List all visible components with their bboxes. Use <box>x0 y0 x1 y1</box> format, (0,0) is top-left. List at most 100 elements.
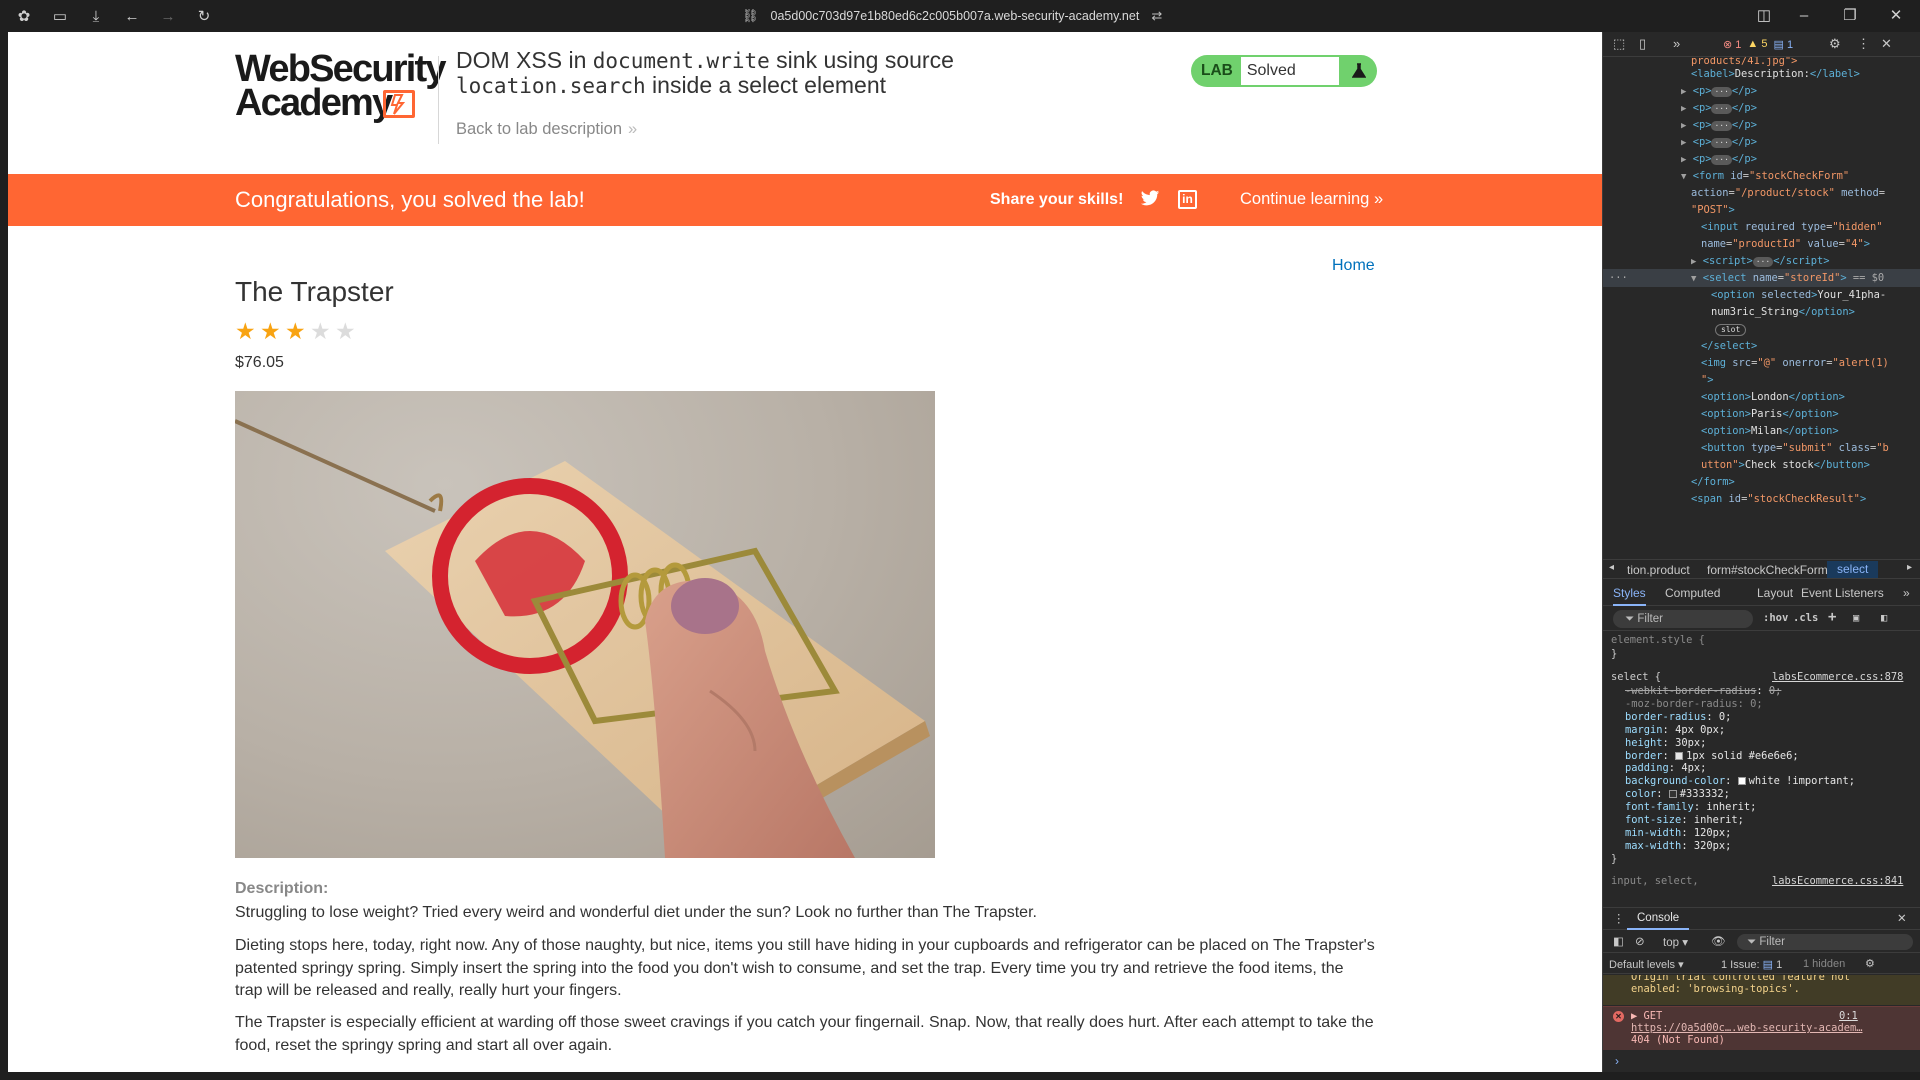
dom-line-option-selected[interactable]: <option selected>Your_41pha- <box>1711 287 1886 304</box>
home-link[interactable]: Home <box>1332 257 1375 275</box>
hov-toggle[interactable]: :hov <box>1763 612 1788 624</box>
dom-line-select[interactable]: ▼ <select name="storeId"> == $0 <box>1691 270 1884 288</box>
breadcrumb-form[interactable]: form#stockCheckForm <box>1707 563 1828 577</box>
dom-line-p3[interactable]: ▶ <p> ··· </p> <box>1681 117 1757 135</box>
dom-line-button[interactable]: <button type="submit" class="b <box>1701 440 1889 457</box>
url-text[interactable]: 0a5d00c703d97e1b80ed6c2c005b007a.web-sec… <box>771 9 1140 23</box>
tab-layout[interactable]: Layout <box>1757 586 1793 600</box>
forward-icon[interactable]: → <box>160 8 176 25</box>
error-url-link[interactable]: https://0a5d00c….web-security-academ… <box>1631 1022 1920 1034</box>
dom-line-opt-paris[interactable]: <option>Paris</option> <box>1701 406 1839 423</box>
more-style-tabs-icon[interactable]: » <box>1903 586 1910 600</box>
info-count[interactable]: ▤ 1 <box>1773 38 1793 51</box>
dom-line-opt-london[interactable]: <option>London</option> <box>1701 389 1845 406</box>
clear-console-icon[interactable]: ⊘ <box>1635 934 1645 948</box>
dom-slot-badge[interactable]: slot <box>1715 324 1747 336</box>
breadcrumb-select[interactable]: select <box>1827 561 1879 578</box>
issues-link[interactable]: 1 Issue: ▤ 1 <box>1721 958 1782 971</box>
dom-line-form-method[interactable]: "POST"> <box>1691 202 1735 219</box>
dom-line-button-2[interactable]: utton">Check stock</button> <box>1701 457 1870 474</box>
site-controls-icon[interactable]: ⇄ <box>1151 8 1162 24</box>
close-window-icon[interactable]: ✕ <box>1886 6 1906 26</box>
device-toolbar-icon[interactable]: ▯ <box>1639 36 1646 52</box>
style-prop-font-family[interactable]: font-family: inherit; <box>1625 801 1756 815</box>
style-prop-font-size[interactable]: font-size: inherit; <box>1625 814 1744 828</box>
drawer-menu-icon[interactable]: ⋮ <box>1613 911 1625 925</box>
sidebar-toggle-icon[interactable]: ▭ <box>52 8 68 25</box>
color-swatch[interactable] <box>1668 790 1677 799</box>
dom-line-p5[interactable]: ▶ <p> ··· </p> <box>1681 151 1757 169</box>
more-tabs-icon[interactable]: » <box>1673 36 1680 51</box>
style-prop-background-color[interactable]: background-color: white !important; <box>1625 775 1855 789</box>
kebab-menu-icon[interactable]: ⋮ <box>1857 36 1870 52</box>
dom-line-img-close[interactable]: "> <box>1701 372 1714 389</box>
dom-line-opt-milan[interactable]: <option>Milan</option> <box>1701 423 1839 440</box>
elements-dom-tree[interactable]: products/41.jpg"> <label>Description:</l… <box>1603 57 1920 557</box>
dom-line-select-close[interactable]: </select> <box>1701 338 1757 355</box>
dom-line-p2[interactable]: ▶ <p> ··· </p> <box>1681 100 1757 118</box>
close-drawer-icon[interactable]: ✕ <box>1897 911 1907 925</box>
styles-pane[interactable]: element.style { } select { labsEcommerce… <box>1603 632 1920 902</box>
style-prop-border-radius[interactable]: border-radius: 0; <box>1625 711 1731 725</box>
style-prop-color[interactable]: color: #333332; <box>1625 788 1730 802</box>
site-info-icon[interactable]: ⛓ <box>742 8 759 24</box>
workspaces-icon[interactable]: ✿ <box>16 8 32 25</box>
restore-icon[interactable]: ❐ <box>1840 6 1860 26</box>
dom-row-menu-icon[interactable]: ··· <box>1609 270 1628 287</box>
live-expression-eye-icon[interactable]: 👁 <box>1711 934 1726 948</box>
style-prop-margin[interactable]: margin: 4px 0px; <box>1625 724 1725 738</box>
styles-filter-input[interactable]: ⏷ Filter <box>1613 610 1753 628</box>
dom-line-img[interactable]: <img src="@" onerror="alert(1) <box>1701 355 1889 372</box>
dom-line-form-attrs[interactable]: action="/product/stock" method= <box>1691 185 1885 202</box>
back-icon[interactable]: ← <box>124 8 140 25</box>
linkedin-icon[interactable]: in <box>1178 190 1197 209</box>
next-rule-selector[interactable]: input, select, <box>1611 875 1699 889</box>
dom-line-label[interactable]: <label>Description:</label> <box>1691 66 1860 83</box>
breadcrumb-scroll-left-icon[interactable]: ◂ <box>1609 562 1614 573</box>
web-security-academy-logo[interactable]: WebSecurity Academy <box>235 50 446 136</box>
console-settings-icon[interactable]: ⚙ <box>1865 957 1875 970</box>
next-rule-source-link[interactable]: labsEcommerce.css:841 <box>1772 875 1903 889</box>
dom-line-option-selected-2[interactable]: num3ric_String</option> <box>1711 304 1855 321</box>
split-view-icon[interactable]: ◫ <box>1754 6 1774 26</box>
element-state-icon[interactable]: ▣ <box>1853 612 1859 624</box>
console-sidebar-icon[interactable]: ◧ <box>1613 934 1624 948</box>
color-swatch[interactable] <box>1675 751 1684 760</box>
console-tab[interactable]: Console <box>1627 908 1690 930</box>
computed-sidebar-icon[interactable]: ◧ <box>1881 612 1887 624</box>
settings-gear-icon[interactable]: ⚙ <box>1829 36 1841 52</box>
inspect-element-icon[interactable]: ⬚ <box>1613 36 1625 52</box>
style-prop-height[interactable]: height: 30px; <box>1625 737 1706 751</box>
console-prompt[interactable]: › <box>1615 1054 1619 1068</box>
tab-event-listeners[interactable]: Event Listeners <box>1801 586 1884 600</box>
dom-line-form-close[interactable]: </form> <box>1691 474 1735 491</box>
dom-line-slot[interactable]: slot <box>1715 321 1747 338</box>
element-style-rule[interactable]: element.style { <box>1611 634 1705 648</box>
dom-line-span[interactable]: <span id="stockCheckResult"> <box>1691 491 1866 508</box>
devtools-counts[interactable]: ⊗ 1 ▲ 5 ▤ 1 <box>1723 38 1793 51</box>
warning-count[interactable]: ▲ 5 <box>1747 38 1767 51</box>
style-prop-min-width[interactable]: min-width: 120px; <box>1625 827 1731 841</box>
select-rule-source-link[interactable]: labsEcommerce.css:878 <box>1772 671 1903 685</box>
dom-line-input[interactable]: <input required type="hidden" <box>1701 219 1882 236</box>
tab-computed[interactable]: Computed <box>1665 586 1720 600</box>
style-prop-max-width[interactable]: max-width: 320px; <box>1625 840 1731 854</box>
dom-line-p4[interactable]: ▶ <p> ··· </p> <box>1681 134 1757 152</box>
style-prop-webkit-border-radius[interactable]: -webkit-border-radius: 0; <box>1625 685 1781 699</box>
style-prop-padding[interactable]: padding: 4px; <box>1625 762 1706 776</box>
address-bar[interactable]: ⛓ 0a5d00c703d97e1b80ed6c2c005b007a.web-s… <box>742 6 1162 26</box>
dom-line-input-attrs[interactable]: name="productId" value="4"> <box>1701 236 1870 253</box>
breadcrumb-section[interactable]: tion.product <box>1627 563 1690 577</box>
error-source-link[interactable]: 0:1 <box>1839 1010 1858 1022</box>
dom-line-p1[interactable]: ▶ <p> ··· </p> <box>1681 83 1757 101</box>
breadcrumb-scroll-right-icon[interactable]: ▸ <box>1907 562 1912 573</box>
select-rule-selector[interactable]: select { <box>1611 671 1661 685</box>
back-to-lab-description-link[interactable]: Back to lab description » <box>456 120 637 139</box>
context-selector[interactable]: top ▾ <box>1663 935 1688 949</box>
reload-icon[interactable]: ↻ <box>196 8 212 25</box>
new-rule-icon[interactable]: + <box>1828 609 1836 625</box>
cls-toggle[interactable]: .cls <box>1793 612 1818 624</box>
error-count[interactable]: ⊗ 1 <box>1723 38 1741 51</box>
minimize-icon[interactable]: – <box>1794 6 1814 26</box>
style-prop-border[interactable]: border: 1px solid #e6e6e6; <box>1625 750 1799 764</box>
